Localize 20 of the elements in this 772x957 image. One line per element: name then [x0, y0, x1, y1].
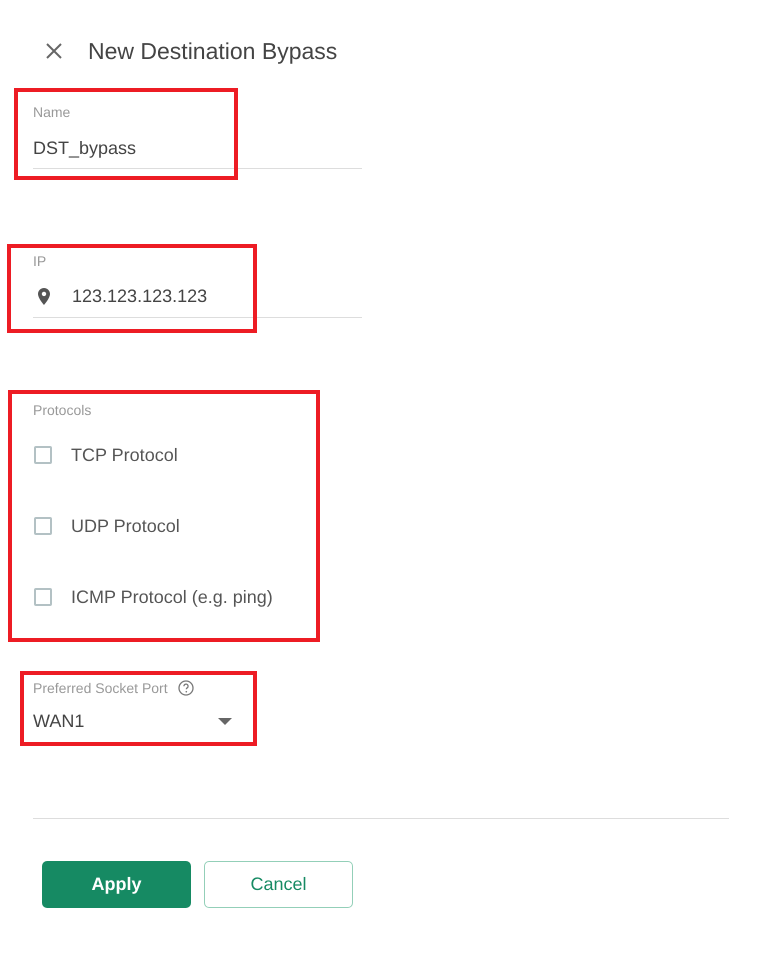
checkbox-label: ICMP Protocol (e.g. ping) [71, 586, 273, 608]
checkbox-label: TCP Protocol [71, 444, 178, 466]
checkbox[interactable] [34, 446, 52, 464]
dropdown-field[interactable]: WAN1 [33, 711, 241, 743]
name-field[interactable]: DST_bypass [33, 138, 362, 169]
checkbox[interactable] [34, 588, 52, 606]
help-icon[interactable] [178, 680, 194, 696]
field-label: Preferred Socket Port [33, 680, 168, 696]
group-label: Protocols [33, 402, 92, 418]
checkbox-label: UDP Protocol [71, 516, 180, 536]
apply-button[interactable]: Apply [42, 861, 191, 908]
cancel-button[interactable]: Cancel [204, 861, 353, 908]
checkbox[interactable] [34, 517, 52, 535]
location-pin-icon [38, 288, 50, 304]
caret-icon [218, 718, 232, 724]
ip-field[interactable]: 123.123.123.123 [33, 286, 362, 318]
close-icon[interactable] [45, 42, 63, 60]
field-label: Name [33, 104, 72, 120]
field-label: IP [33, 253, 48, 269]
dialog-title: New Destination Bypass [88, 38, 338, 64]
